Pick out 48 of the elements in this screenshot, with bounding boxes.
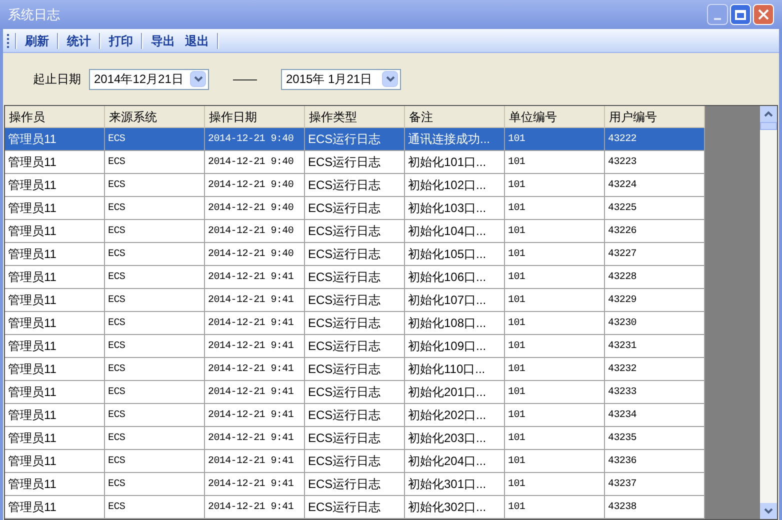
toolbar-button[interactable]: 退出 xyxy=(183,32,211,50)
table-row[interactable]: 管理员11 ECS 2014-12-21 9:40 ECS运行日志 初始化105口... 101 43227 xyxy=(5,243,705,266)
maximize-button[interactable] xyxy=(730,4,751,25)
vertical-scrollbar[interactable] xyxy=(760,106,777,519)
date-range-label: 起止日期 xyxy=(33,71,81,88)
scroll-thumb[interactable] xyxy=(760,122,777,130)
table-row[interactable]: 管理员11 ECS 2014-12-21 9:40 ECS运行日志 初始化102口... 101 43224 xyxy=(5,174,705,197)
table-row[interactable]: 管理员11 ECS 2014-12-21 9:41 ECS运行日志 初始化109口... 101 43231 xyxy=(5,335,705,358)
table-cell: 初始化302口... xyxy=(405,496,505,519)
toolbar-button[interactable]: 导出 xyxy=(149,32,177,50)
table-row[interactable]: 管理员11 ECS 2014-12-21 9:41 ECS运行日志 初始化108口... 101 43230 xyxy=(5,312,705,335)
toolbar-button[interactable]: 统计 xyxy=(65,32,93,50)
date-dropdown[interactable]: 2015年 1月21日 xyxy=(281,68,401,90)
date-dropdown[interactable]: 2014年12月21日 xyxy=(89,68,209,90)
table-cell: ECS运行日志 xyxy=(305,496,405,519)
table-row[interactable]: 管理员11 ECS 2014-12-21 9:41 ECS运行日志 初始化202口... 101 43234 xyxy=(5,404,705,427)
window-title: 系统日志 xyxy=(8,6,61,24)
column-header[interactable]: 操作日期 xyxy=(205,106,305,127)
table-row[interactable]: 管理员11 ECS 2014-12-21 9:41 ECS运行日志 初始化203口... 101 43235 xyxy=(5,427,705,450)
toolbar-button[interactable]: 打印 xyxy=(107,32,135,50)
close-button[interactable] xyxy=(753,4,774,25)
table-row[interactable]: 管理员11 ECS 2014-12-21 9:41 ECS运行日志 初始化301口... 101 43237 xyxy=(5,473,705,496)
column-header[interactable]: 操作员 xyxy=(5,106,105,127)
table-cell: 43238 xyxy=(605,496,705,519)
range-separator: —— xyxy=(232,71,258,88)
table-row[interactable]: 管理员11 ECS 2014-12-21 9:40 ECS运行日志 初始化104口... 101 43226 xyxy=(5,220,705,243)
table-cell: 2014-12-21 9:41 xyxy=(205,496,305,519)
table-row[interactable]: 管理员11 ECS 2014-12-21 9:41 ECS运行日志 初始化106口... 101 43228 xyxy=(5,266,705,289)
column-header[interactable]: 用户编号 xyxy=(605,106,705,127)
table-cell: 管理员11 xyxy=(5,496,105,519)
table-row[interactable]: 管理员11 ECS 2014-12-21 9:41 ECS运行日志 初始化107口... 101 43229 xyxy=(5,289,705,312)
table-row[interactable]: 管理员11 ECS 2014-12-21 9:40 ECS运行日志 通讯连接成功... 101 43222 xyxy=(5,128,705,151)
scroll-down-icon[interactable] xyxy=(760,503,777,519)
column-header[interactable]: 备注 xyxy=(405,106,505,127)
column-header[interactable]: 操作类型 xyxy=(305,106,405,127)
column-header[interactable]: 来源系统 xyxy=(105,106,205,127)
table-row[interactable]: 管理员11 ECS 2014-12-21 9:41 ECS运行日志 初始化204口... 101 43236 xyxy=(5,450,705,473)
table-row[interactable]: 管理员11 ECS 2014-12-21 9:41 ECS运行日志 初始化201口... 101 43233 xyxy=(5,381,705,404)
table-row[interactable]: 管理员11 ECS 2014-12-21 9:41 ECS运行日志 初始化110口... 101 43232 xyxy=(5,358,705,381)
column-header[interactable]: 单位编号 xyxy=(505,106,605,127)
close-icon xyxy=(758,9,769,20)
table-cell: 101 xyxy=(505,496,605,519)
table-cell: ECS xyxy=(105,496,205,519)
table-row[interactable]: 管理员11 ECS 2014-12-21 9:40 ECS运行日志 初始化101口... 101 43223 xyxy=(5,151,705,174)
table-row[interactable]: 管理员11 ECS 2014-12-21 9:41 ECS运行日志 初始化302口... 101 43238 xyxy=(5,496,705,519)
toolbar-button[interactable]: 刷新 xyxy=(23,32,51,50)
table-row[interactable]: 管理员11 ECS 2014-12-21 9:40 ECS运行日志 初始化103口... 101 43225 xyxy=(5,197,705,220)
scroll-up-icon[interactable] xyxy=(760,106,777,122)
